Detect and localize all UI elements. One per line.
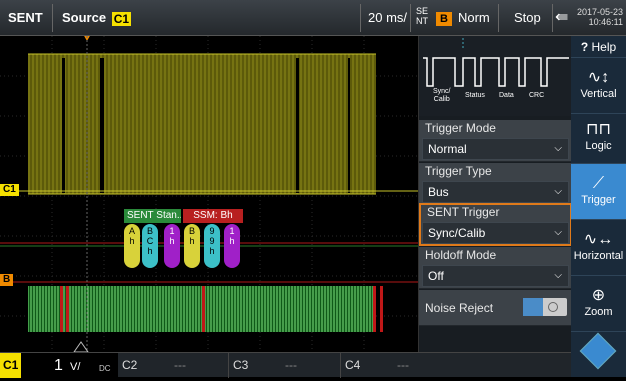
frame-label-sent[interactable]: SENT Stan...: [124, 209, 181, 223]
trigger-panel: Sync/ Calib Status Data CRC Trigger Mode…: [418, 36, 572, 352]
menu-icon[interactable]: ⇚: [555, 0, 568, 36]
horizontal-icon: ∿↔: [583, 231, 614, 248]
trigger-mode-indicator[interactable]: B Norm: [436, 0, 490, 36]
trigger-mode-text: Norm: [457, 10, 490, 25]
timebase[interactable]: 20 ms/: [368, 0, 407, 36]
chevron-down-icon: ⌵: [554, 143, 562, 154]
bus-b-marker[interactable]: B: [0, 274, 14, 286]
nibble-5[interactable]: 1 h: [224, 224, 240, 268]
sent-trigger-group: SENT Trigger Sync/Calib ⌵: [419, 203, 572, 246]
date-text: 2017-05-23: [576, 7, 623, 17]
nibble-3[interactable]: B h: [184, 224, 200, 268]
zoom-button[interactable]: ⊕ Zoom: [571, 276, 626, 332]
vertical-button[interactable]: ∿↕ Vertical: [571, 58, 626, 114]
trigger-source[interactable]: SE NT: [416, 0, 428, 36]
top-bar: SENT Source C1 20 ms/ SE NT B Norm Stop ⇚: [0, 0, 571, 36]
trigger-icon: ⟋: [592, 175, 605, 192]
channel-bar: C1 1 V/ DC C2 --- C3 --- C4 ---: [0, 352, 571, 378]
nibble-4[interactable]: 9 9 h: [204, 224, 220, 268]
chevron-down-icon: ⌵: [554, 227, 562, 238]
trigger-type-select[interactable]: Bus ⌵: [422, 181, 569, 203]
c1-scale: 1: [54, 357, 63, 374]
run-stop-button[interactable]: Stop: [514, 0, 541, 36]
nibble-1[interactable]: B C h: [142, 224, 158, 268]
noise-reject-group: Noise Reject: [419, 290, 572, 326]
trigger-type-title: Trigger Type: [425, 164, 492, 178]
right-rail: ? Help ∿↕ Vertical ⊓⊓ Logic ⟋ Trigger ∿↔ Hor…: [571, 0, 626, 377]
time-text: 10:46:11: [588, 17, 623, 27]
help-button[interactable]: ? Help: [571, 36, 626, 58]
waveform-display[interactable]: C1 B SENT Stan... SSM: Bh A hB C h1 hB h…: [0, 36, 418, 352]
c1-level-marker[interactable]: C1: [0, 184, 19, 196]
trigger-mode-group: Trigger Mode Normal ⌵: [419, 120, 572, 162]
c1-channel-tab[interactable]: C1 1 V/ DC: [0, 353, 118, 378]
holdoff-select[interactable]: Off ⌵: [422, 265, 569, 287]
sent-diagram-svg: [423, 38, 569, 87]
rohde-schwarz-logo[interactable]: [579, 332, 617, 370]
sent-trigger-title: SENT Trigger: [427, 205, 500, 219]
c4-channel-tab[interactable]: C4 ---: [340, 353, 452, 378]
source-channel-badge: C1: [111, 11, 132, 26]
chevron-down-icon: ⌵: [554, 270, 562, 281]
vertical-scale-icon: ∿↕: [587, 69, 610, 86]
nibble-0[interactable]: A h: [124, 224, 140, 268]
holdoff-title: Holdoff Mode: [425, 248, 497, 262]
nibble-2[interactable]: 1 h: [164, 224, 180, 268]
trigger-badge: B: [436, 11, 452, 26]
waveform-svg: [0, 36, 418, 352]
sent-trigger-select[interactable]: Sync/Calib ⌵: [422, 222, 569, 244]
trigger-button[interactable]: ⟋ Trigger: [571, 164, 626, 220]
source-label: Source: [62, 10, 107, 25]
trigger-type-group: Trigger Type Bus ⌵: [419, 163, 572, 205]
source-selector[interactable]: Source C1: [62, 0, 132, 36]
logic-button[interactable]: ⊓⊓ Logic: [571, 114, 626, 164]
protocol-label[interactable]: SENT: [8, 0, 43, 36]
diagram-label-status: Status: [465, 92, 485, 99]
noise-reject-label: Noise Reject: [425, 301, 494, 315]
diagram-label-crc: CRC: [529, 92, 545, 99]
zoom-icon: ⊕: [591, 287, 606, 304]
diagram-label-sync: Sync/ Calib: [433, 88, 451, 103]
c1-badge: C1: [0, 353, 22, 378]
diagram-label-data: Data: [499, 92, 514, 99]
sent-frame-diagram: Sync/ Calib Status Data CRC: [419, 36, 572, 116]
question-icon: ?: [580, 40, 592, 54]
chevron-down-icon: ⌵: [554, 186, 562, 197]
noise-reject-toggle[interactable]: [523, 298, 567, 316]
logic-icon: ⊓⊓: [586, 121, 611, 138]
frame-label-ssm[interactable]: SSM: Bh: [183, 209, 243, 223]
c1-unit: V/: [70, 361, 81, 373]
trigger-mode-select[interactable]: Normal ⌵: [422, 138, 569, 160]
holdoff-group: Holdoff Mode Off ⌵: [419, 247, 572, 289]
c3-channel-tab[interactable]: C3 ---: [228, 353, 340, 378]
c2-channel-tab[interactable]: C2 ---: [118, 353, 228, 378]
c1-coupling: DC: [99, 364, 111, 373]
trigger-mode-title: Trigger Mode: [425, 121, 496, 135]
horizontal-button[interactable]: ∿↔ Horizontal: [571, 220, 626, 276]
clock: 2017-05-23 10:46:11: [571, 0, 626, 36]
